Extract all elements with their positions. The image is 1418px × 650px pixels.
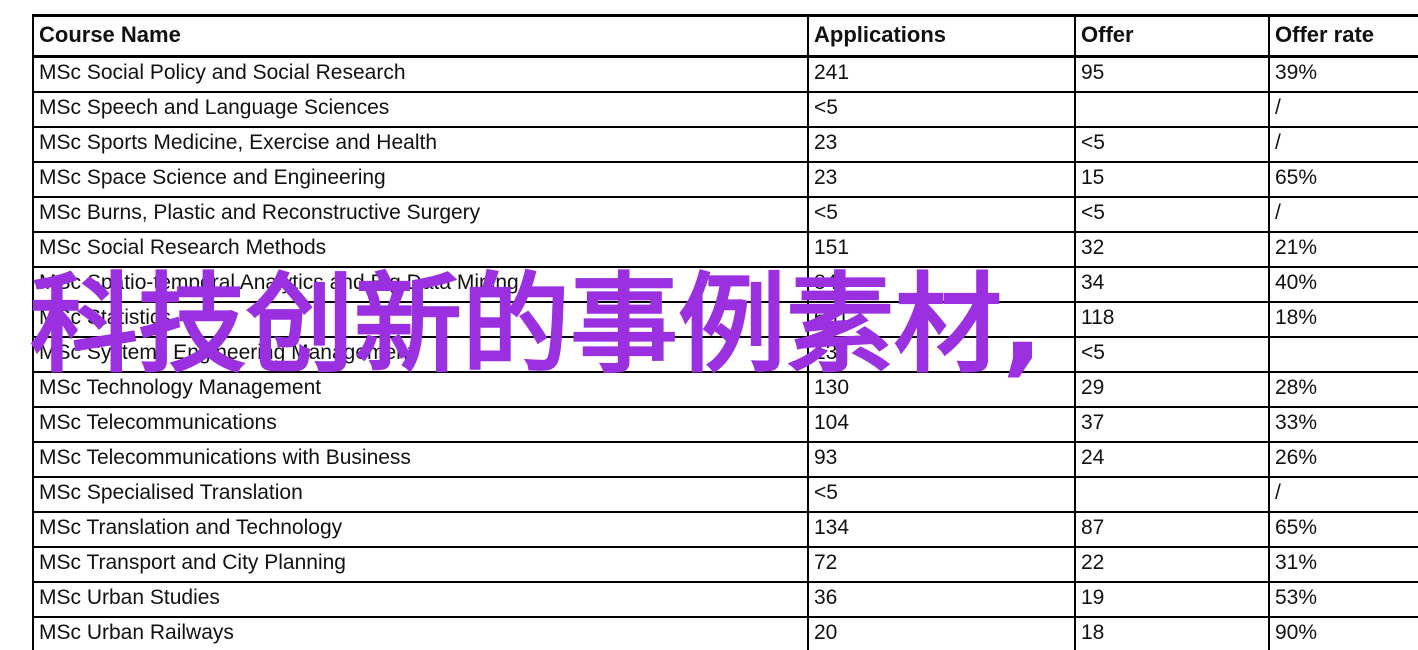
cell-offer: 34 (1074, 266, 1270, 303)
cell-applications: 13 (807, 336, 1076, 373)
table-row: MSc Spatio-temporal Analytics and Big Da… (32, 266, 1418, 303)
cell-offer-rate: 65% (1268, 161, 1418, 198)
cell-offer: 24 (1074, 441, 1270, 478)
cell-offer-rate: 21% (1268, 231, 1418, 268)
cell-applications: 72 (807, 546, 1076, 583)
cell-applications: 84 (807, 266, 1076, 303)
cell-applications: 20 (807, 616, 1076, 650)
cell-offer: <5 (1074, 126, 1270, 163)
cell-applications: 23 (807, 161, 1076, 198)
table-row: MSc Telecommunications 104 37 33% (32, 406, 1418, 443)
cell-offer-rate: 18% (1268, 301, 1418, 338)
table-row: MSc Translation and Technology 134 87 65% (32, 511, 1418, 548)
cell-applications: 134 (807, 511, 1076, 548)
cell-course-name: MSc Telecommunications with Business (32, 441, 809, 478)
cell-offer-rate: / (1268, 196, 1418, 233)
cell-applications: 241 (807, 55, 1076, 93)
cell-applications: <5 (807, 91, 1076, 128)
cell-course-name: MSc Social Research Methods (32, 231, 809, 268)
cell-course-name: MSc Urban Studies (32, 581, 809, 618)
table-header: Course Name Applications Offer Offer rat… (32, 14, 1418, 58)
column-header-offer: Offer (1074, 14, 1270, 58)
table-row: MSc Sports Medicine, Exercise and Health… (32, 126, 1418, 163)
column-header-applications: Applications (807, 14, 1076, 58)
table-row: MSc Social Research Methods 151 32 21% (32, 231, 1418, 268)
cell-applications: <5 (807, 196, 1076, 233)
cell-offer: 19 (1074, 581, 1270, 618)
cell-applications: 23 (807, 126, 1076, 163)
cell-offer-rate: 40% (1268, 266, 1418, 303)
cell-offer: 32 (1074, 231, 1270, 268)
cell-course-name: MSc Transport and City Planning (32, 546, 809, 583)
cell-applications: 651 (807, 301, 1076, 338)
column-header-offer-rate: Offer rate (1268, 14, 1418, 58)
cell-offer-rate: 33% (1268, 406, 1418, 443)
table-body: MSc Social Policy and Social Research 241… (32, 55, 1418, 650)
table-row: MSc Social Policy and Social Research 241… (32, 55, 1418, 93)
cell-applications: 130 (807, 371, 1076, 408)
cell-course-name: MSc Burns, Plastic and Reconstructive Su… (32, 196, 809, 233)
cell-course-name: MSc Specialised Translation (32, 476, 809, 513)
cell-course-name: MSc Technology Management (32, 371, 809, 408)
cell-offer (1074, 476, 1270, 513)
table-row: MSc Telecommunications with Business 93 24… (32, 441, 1418, 478)
cell-applications: 36 (807, 581, 1076, 618)
table-header-row: Course Name Applications Offer Offer rat… (32, 14, 1418, 58)
cell-offer: <5 (1074, 196, 1270, 233)
table-row: MSc Space Science and Engineering 23 15 65% (32, 161, 1418, 198)
table-row: MSc Transport and City Planning 72 22 31% (32, 546, 1418, 583)
course-statistics-table: Course Name Applications Offer Offer rat… (32, 14, 1418, 650)
cell-offer: 95 (1074, 55, 1270, 93)
table-row: MSc Specialised Translation <5 / (32, 476, 1418, 513)
cell-course-name: MSc Telecommunications (32, 406, 809, 443)
cell-course-name: MSc Social Policy and Social Research (32, 55, 809, 93)
table-row: MSc Statistics 651 118 18% (32, 301, 1418, 338)
cell-course-name: MSc Systems Engineering Management (32, 336, 809, 373)
cell-course-name: MSc Urban Railways (32, 616, 809, 650)
cell-course-name: MSc Spatio-temporal Analytics and Big Da… (32, 266, 809, 303)
cell-offer: 87 (1074, 511, 1270, 548)
cell-offer: 29 (1074, 371, 1270, 408)
cell-course-name: MSc Translation and Technology (32, 511, 809, 548)
table-row: MSc Speech and Language Sciences <5 / (32, 91, 1418, 128)
cell-course-name: MSc Sports Medicine, Exercise and Health (32, 126, 809, 163)
cell-offer-rate: 53% (1268, 581, 1418, 618)
cell-offer (1074, 91, 1270, 128)
table-row: MSc Technology Management 130 29 28% (32, 371, 1418, 408)
screenshot-page: 蓝天地 留学 Course Name Applications Offer Of… (0, 0, 1418, 650)
column-header-course-name: Course Name (32, 14, 809, 58)
cell-offer: 118 (1074, 301, 1270, 338)
cell-offer-rate (1268, 336, 1418, 373)
cell-course-name: MSc Space Science and Engineering (32, 161, 809, 198)
cell-offer: 15 (1074, 161, 1270, 198)
cell-offer: 37 (1074, 406, 1270, 443)
table-row: MSc Urban Studies 36 19 53% (32, 581, 1418, 618)
cell-course-name: MSc Speech and Language Sciences (32, 91, 809, 128)
cell-offer-rate: / (1268, 91, 1418, 128)
table-row: MSc Burns, Plastic and Reconstructive Su… (32, 196, 1418, 233)
cell-offer: 18 (1074, 616, 1270, 650)
cell-offer-rate: / (1268, 476, 1418, 513)
cell-offer-rate: 65% (1268, 511, 1418, 548)
cell-offer: 22 (1074, 546, 1270, 583)
cell-offer-rate: 39% (1268, 55, 1418, 93)
cell-applications: 151 (807, 231, 1076, 268)
cell-offer: <5 (1074, 336, 1270, 373)
cell-offer-rate: 28% (1268, 371, 1418, 408)
cell-applications: 93 (807, 441, 1076, 478)
cell-offer-rate: 90% (1268, 616, 1418, 650)
table-row: MSc Systems Engineering Management 13 <5 (32, 336, 1418, 373)
course-statistics-table-container: Course Name Applications Offer Offer rat… (32, 14, 1418, 650)
cell-applications: <5 (807, 476, 1076, 513)
cell-offer-rate: / (1268, 126, 1418, 163)
cell-offer-rate: 26% (1268, 441, 1418, 478)
cell-applications: 104 (807, 406, 1076, 443)
cell-offer-rate: 31% (1268, 546, 1418, 583)
table-row: MSc Urban Railways 20 18 90% (32, 616, 1418, 650)
cell-course-name: MSc Statistics (32, 301, 809, 338)
